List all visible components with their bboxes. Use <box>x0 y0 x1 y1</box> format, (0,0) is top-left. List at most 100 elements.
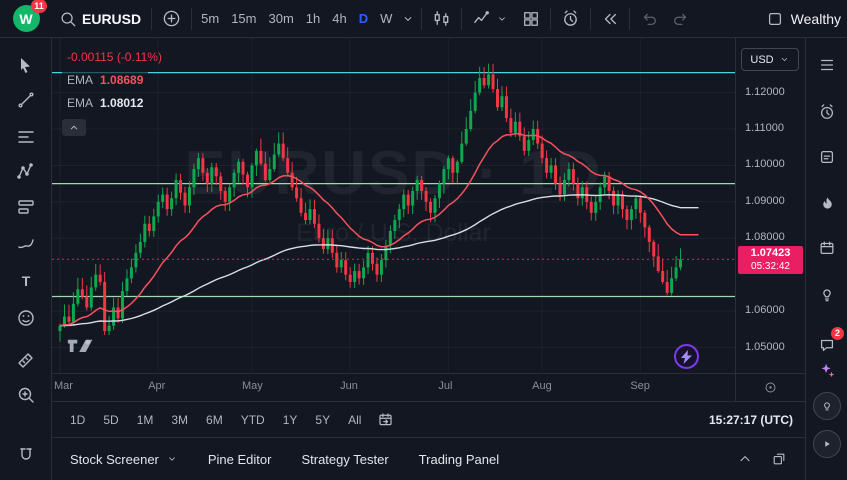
zoom-tool[interactable] <box>12 381 40 409</box>
tradingview-logo[interactable] <box>66 335 98 359</box>
range-1d[interactable]: 1D <box>62 409 93 431</box>
divider <box>629 8 630 30</box>
chart-type-button[interactable] <box>425 5 458 33</box>
time-axis-month-label: May <box>242 380 263 392</box>
magnet-mode-icon[interactable] <box>12 441 40 469</box>
range-3m[interactable]: 3M <box>163 409 196 431</box>
chevron-down-icon <box>779 54 790 65</box>
timeframe-1h[interactable]: 1h <box>300 5 326 33</box>
timeframe-4h[interactable]: 4h <box>326 5 352 33</box>
range-6m[interactable]: 6M <box>198 409 231 431</box>
divider <box>550 8 551 30</box>
indicator-row-ema-slow[interactable]: EMA 1.08012 <box>62 94 148 112</box>
range-5y[interactable]: 5Y <box>307 409 338 431</box>
text-tool[interactable]: T <box>12 267 40 295</box>
axis-settings-icon <box>763 380 778 395</box>
cursor-tool[interactable] <box>12 51 40 79</box>
forecast-tools-icon[interactable] <box>12 193 40 221</box>
redo-button[interactable] <box>665 5 697 33</box>
currency-label: USD <box>750 54 773 66</box>
last-price-value: 1.07423 <box>738 247 803 260</box>
axis-corner[interactable] <box>735 374 805 401</box>
app-logo[interactable]: W 11 <box>0 5 52 32</box>
tab-label: Pine Editor <box>208 452 272 467</box>
time-axis[interactable]: MarAprMayJunJulAugSep <box>52 374 735 401</box>
alerts-icon[interactable] <box>814 99 840 125</box>
restore-panel-icon[interactable] <box>771 451 787 467</box>
panel-controls <box>737 451 787 467</box>
measure-ruler-tool[interactable] <box>12 346 40 374</box>
pine-editor-tab[interactable]: Pine Editor <box>208 452 272 467</box>
range-all[interactable]: All <box>340 409 369 431</box>
timeframe-30m[interactable]: 30m <box>262 5 299 33</box>
time-axis-month-label: Apr <box>148 380 165 392</box>
tips-bulb-button[interactable] <box>813 392 841 420</box>
tab-label: Strategy Tester <box>301 452 388 467</box>
emoji-tool[interactable] <box>12 304 40 332</box>
stock-screener-tab[interactable]: Stock Screener <box>70 452 178 467</box>
utc-clock[interactable]: 15:27:17 (UTC) <box>709 413 795 427</box>
divider <box>590 8 591 30</box>
timeframe-1w[interactable]: W <box>374 5 398 33</box>
media-play-button[interactable] <box>813 430 841 458</box>
hotlists-flame-icon[interactable] <box>814 190 840 216</box>
tab-label: Stock Screener <box>70 452 159 467</box>
chevron-up-icon <box>68 122 80 134</box>
indicator-value: 1.08689 <box>100 73 143 87</box>
candlestick-icon <box>432 9 451 28</box>
fib-retracement-tool[interactable] <box>12 123 40 151</box>
alert-button[interactable] <box>554 5 587 33</box>
go-to-date-icon[interactable] <box>377 411 394 428</box>
timeframe-5m[interactable]: 5m <box>195 5 225 33</box>
chat-icon[interactable]: 2 <box>814 332 840 358</box>
price-axis[interactable]: USD 1.07423 05:32:42 1.120001.110001.100… <box>735 38 805 373</box>
account-name[interactable]: Wealthy <box>791 11 841 27</box>
ai-sparkle-icon[interactable] <box>814 357 840 383</box>
range-5d[interactable]: 5D <box>95 409 126 431</box>
replay-button[interactable] <box>594 5 626 33</box>
legend-collapse-button[interactable] <box>62 119 86 136</box>
compare-button[interactable] <box>155 5 188 33</box>
chart-canvas[interactable]: EURUSD · 1D Euro / U.S. Dollar -0.00115 … <box>52 38 735 373</box>
boost-button[interactable] <box>674 344 699 369</box>
divider <box>191 8 192 30</box>
bottom-panel-bar: Stock Screener Pine Editor Strategy Test… <box>52 437 805 480</box>
alert-clock-icon <box>561 9 580 28</box>
bar-countdown: 05:32:42 <box>738 260 803 273</box>
data-window-icon[interactable] <box>814 144 840 170</box>
strategy-tester-tab[interactable]: Strategy Tester <box>301 452 388 467</box>
currency-selector[interactable]: USD <box>741 48 799 71</box>
fullscreen-button[interactable] <box>759 5 791 33</box>
main-area: T EURUSD · 1D Euro / U.S. Dollar <box>0 38 847 480</box>
range-1m[interactable]: 1M <box>129 409 162 431</box>
calendar-icon[interactable] <box>814 235 840 261</box>
chevron-down-icon <box>496 13 508 25</box>
indicator-value: 1.08012 <box>100 96 143 110</box>
timeframe-1d[interactable]: D <box>353 5 374 33</box>
symbol-search-button[interactable]: EURUSD <box>52 5 148 33</box>
redo-icon <box>672 10 690 28</box>
ideas-lightbulb-icon[interactable] <box>814 281 840 307</box>
timeframe-menu-button[interactable] <box>398 5 418 33</box>
range-1y[interactable]: 1Y <box>275 409 306 431</box>
chart-column: EURUSD · 1D Euro / U.S. Dollar -0.00115 … <box>52 38 805 480</box>
collapse-panel-icon[interactable] <box>737 451 753 467</box>
indicators-button[interactable] <box>465 5 515 33</box>
layout-grid-icon <box>522 10 540 28</box>
price-axis-label: 1.09000 <box>745 195 785 207</box>
layout-grid-button[interactable] <box>515 5 547 33</box>
indicator-label: EMA <box>67 96 93 110</box>
range-ytd[interactable]: YTD <box>233 409 273 431</box>
undo-icon <box>640 10 658 28</box>
notification-badge: 11 <box>31 0 47 13</box>
undo-button[interactable] <box>633 5 665 33</box>
tab-label: Trading Panel <box>419 452 499 467</box>
watchlist-icon[interactable] <box>814 52 840 78</box>
timeframe-15m[interactable]: 15m <box>225 5 262 33</box>
xabcd-pattern-tool[interactable] <box>12 158 40 186</box>
indicators-icon <box>472 9 491 28</box>
indicator-row-ema-fast[interactable]: EMA 1.08689 <box>62 71 148 89</box>
brush-tool[interactable] <box>12 229 40 257</box>
trend-line-tool[interactable] <box>12 86 40 114</box>
trading-panel-tab[interactable]: Trading Panel <box>419 452 499 467</box>
